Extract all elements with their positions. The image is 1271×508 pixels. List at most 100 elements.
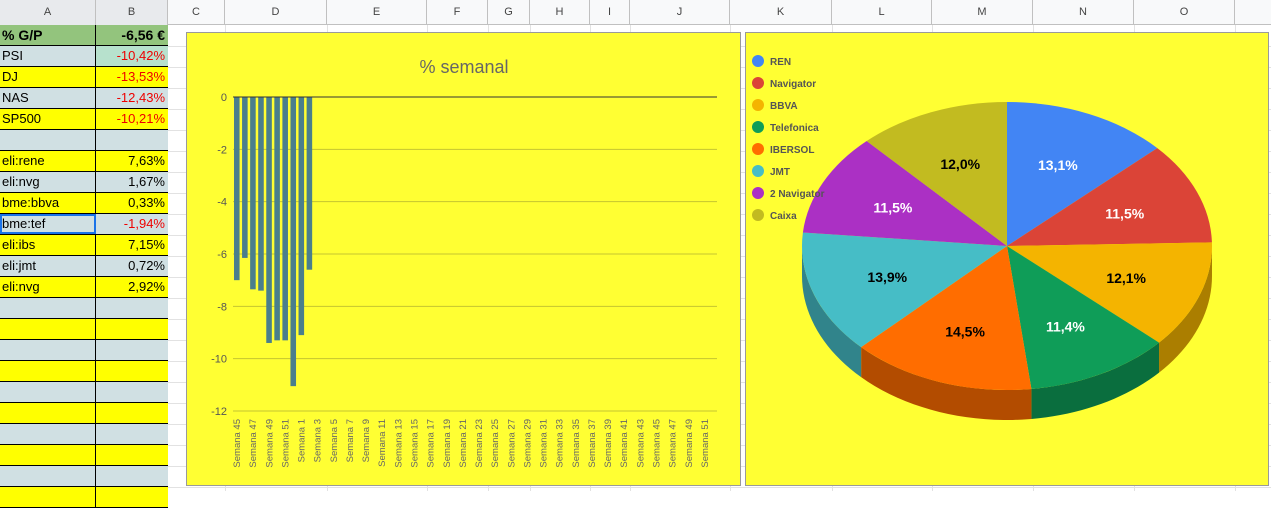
cell-label[interactable]: NAS xyxy=(0,88,96,108)
cell-value[interactable] xyxy=(96,340,168,360)
cell-value[interactable] xyxy=(96,298,168,318)
x-tick-label: Semana 19 xyxy=(442,419,453,468)
bar[interactable] xyxy=(266,97,272,343)
cell-value[interactable]: -13,53% xyxy=(96,67,168,87)
cell-value[interactable] xyxy=(96,424,168,444)
cell-value[interactable]: -1,94% xyxy=(96,214,168,234)
bar[interactable] xyxy=(282,97,288,341)
legend-item[interactable]: Navigator xyxy=(770,79,816,90)
cell-label[interactable]: PSI xyxy=(0,46,96,66)
bar[interactable] xyxy=(234,97,240,281)
bar[interactable] xyxy=(290,97,297,387)
cell-value[interactable]: 1,67% xyxy=(96,172,168,192)
cell-label[interactable]: SP500 xyxy=(0,109,96,129)
x-tick-label: Semana 15 xyxy=(410,419,421,468)
header-row: % G/P Carteira -6,56 € xyxy=(0,25,168,63)
cell-a1[interactable]: % G/P Carteira xyxy=(0,25,96,63)
cell-label[interactable] xyxy=(0,487,96,507)
legend-item[interactable]: Telefonica xyxy=(770,123,819,134)
table-row xyxy=(0,361,168,382)
cell-value[interactable]: -10,21% xyxy=(96,109,168,129)
cell-label[interactable]: eli:nvg xyxy=(0,277,96,297)
cell-value[interactable] xyxy=(96,445,168,465)
cell-value[interactable] xyxy=(96,466,168,486)
pie-data-label: 13,1% xyxy=(1038,157,1078,173)
cell-label[interactable]: bme:tef xyxy=(0,214,96,234)
bar[interactable] xyxy=(306,97,313,270)
cell-value[interactable]: -10,42% xyxy=(96,46,168,66)
y-tick-label: -8 xyxy=(217,301,227,313)
legend-item[interactable]: JMT xyxy=(770,167,790,178)
cell-label[interactable] xyxy=(0,382,96,402)
bar[interactable] xyxy=(250,97,256,290)
column-header-o[interactable]: O xyxy=(1134,0,1235,25)
column-header-h[interactable]: H xyxy=(530,0,590,25)
column-header-l[interactable]: L xyxy=(832,0,932,25)
cell-label[interactable] xyxy=(0,424,96,444)
y-tick-label: -10 xyxy=(211,354,227,366)
table-row: eli:rene 7,63% xyxy=(0,151,168,172)
column-header-d[interactable]: D xyxy=(225,0,327,25)
column-header-g[interactable]: G xyxy=(488,0,530,25)
cell-value[interactable]: -12,43% xyxy=(96,88,168,108)
cell-value[interactable] xyxy=(96,319,168,339)
table-row: SP500 -10,21% xyxy=(0,109,168,130)
cell-value[interactable] xyxy=(96,382,168,402)
cell-value[interactable] xyxy=(96,487,168,507)
pie-data-label: 11,5% xyxy=(1105,205,1144,221)
column-header-b[interactable]: B xyxy=(96,0,168,25)
bar-chart[interactable]: % semanal 0 -2 -4 -6 -8 -10 -12 Semana 45 Semana … xyxy=(186,32,741,486)
legend-item[interactable]: Caixa xyxy=(770,211,797,222)
x-tick-label: Semana 7 xyxy=(345,419,356,462)
pie-chart[interactable]: 13,1% 11,5% 12,1% 11,4% 14,5% 13,9% 11,5% 12,0%… xyxy=(745,32,1269,486)
cell-value[interactable] xyxy=(96,130,168,150)
bar[interactable] xyxy=(274,97,280,341)
cell-value[interactable] xyxy=(96,403,168,423)
column-header-f[interactable]: F xyxy=(427,0,488,25)
column-header-k[interactable]: K xyxy=(730,0,832,25)
legend-swatch-icon xyxy=(752,99,764,111)
column-header-e[interactable]: E xyxy=(327,0,427,25)
x-tick-label: Semana 25 xyxy=(490,419,501,468)
cell-label[interactable] xyxy=(0,340,96,360)
cell-label[interactable]: bme:bbva xyxy=(0,193,96,213)
column-header-m[interactable]: M xyxy=(932,0,1033,25)
cell-value[interactable]: 7,63% xyxy=(96,151,168,171)
legend-item[interactable]: IBERSOL xyxy=(770,145,814,156)
cell-value[interactable]: 0,72% xyxy=(96,256,168,276)
column-header-c[interactable]: C xyxy=(168,0,225,25)
cell-b1[interactable]: -6,56 € xyxy=(96,25,168,45)
cell-label[interactable] xyxy=(0,319,96,339)
bar[interactable] xyxy=(242,97,248,258)
bar[interactable] xyxy=(258,97,264,291)
column-header-n[interactable]: N xyxy=(1033,0,1134,25)
cell-label[interactable]: eli:rene xyxy=(0,151,96,171)
cell-label[interactable] xyxy=(0,298,96,318)
legend-item[interactable]: BBVA xyxy=(770,101,798,112)
legend-item[interactable]: 2 Navigator xyxy=(770,189,825,200)
legend-item[interactable]: REN xyxy=(770,57,791,68)
column-header-a[interactable]: A xyxy=(0,0,96,25)
y-tick-label: -4 xyxy=(217,197,227,209)
cell-value[interactable]: 2,92% xyxy=(96,277,168,297)
cell-value[interactable]: 0,33% xyxy=(96,193,168,213)
cell-label[interactable] xyxy=(0,361,96,381)
table-row xyxy=(0,382,168,403)
legend-swatch-icon xyxy=(752,143,764,155)
column-header-i[interactable]: I xyxy=(590,0,630,25)
cell-value[interactable]: 7,15% xyxy=(96,235,168,255)
cell-label[interactable]: DJ xyxy=(0,67,96,87)
cell-label[interactable]: eli:ibs xyxy=(0,235,96,255)
cell-label[interactable] xyxy=(0,445,96,465)
cell-label[interactable]: eli:nvg xyxy=(0,172,96,192)
column-header-j[interactable]: J xyxy=(630,0,730,25)
cell-label[interactable] xyxy=(0,466,96,486)
cell-value[interactable] xyxy=(96,361,168,381)
pie-data-label: 12,0% xyxy=(940,156,980,172)
cell-label[interactable] xyxy=(0,403,96,423)
cell-label[interactable]: eli:jmt xyxy=(0,256,96,276)
pie-data-label: 14,5% xyxy=(945,323,985,339)
cell-label[interactable] xyxy=(0,130,96,150)
y-tick-label: -6 xyxy=(217,249,227,261)
bar[interactable] xyxy=(298,97,305,336)
